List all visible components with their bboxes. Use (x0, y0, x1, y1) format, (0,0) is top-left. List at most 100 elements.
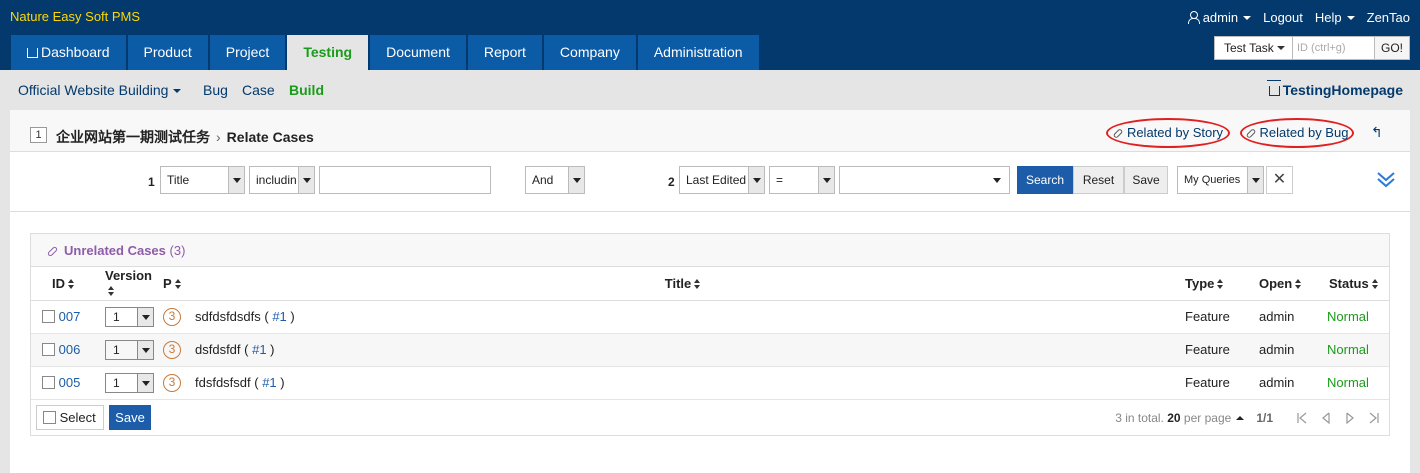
task-name-link[interactable]: 企业网站第一期测试任务 (56, 129, 210, 145)
close-icon[interactable]: ✕ (1266, 166, 1293, 194)
quick-type-select[interactable]: Test Task (1214, 36, 1293, 60)
chevron-down-icon (748, 167, 764, 193)
field1-select[interactable]: Title (160, 166, 245, 194)
group2-number: 2 (668, 175, 675, 189)
tab-testing[interactable]: Testing (287, 35, 369, 70)
col-open[interactable]: Open (1245, 267, 1317, 301)
tab-document[interactable]: Document (370, 35, 466, 70)
row-checkbox[interactable] (42, 343, 55, 356)
priority-badge: 3 (163, 340, 181, 359)
go-button[interactable]: GO! (1375, 36, 1410, 60)
col-priority[interactable]: P (159, 267, 195, 301)
build-ref-link[interactable]: #1 (252, 342, 266, 357)
case-id-link[interactable]: 006 (59, 342, 81, 357)
tab-company[interactable]: Company (543, 35, 636, 70)
value1-input[interactable] (319, 166, 491, 194)
back-icon[interactable]: ↰ (1371, 124, 1383, 141)
search-button[interactable]: Search (1017, 166, 1073, 194)
logout-link[interactable]: Logout (1263, 10, 1303, 25)
chevron-down-icon (993, 178, 1001, 183)
checkbox-icon (43, 411, 56, 424)
select-all-checkbox[interactable]: Select (36, 405, 104, 430)
quick-id-input[interactable]: ID (ctrl+g) (1293, 36, 1375, 60)
help-menu[interactable]: Help (1315, 10, 1355, 25)
sort-icon (68, 278, 75, 289)
version-select[interactable]: 1 (105, 372, 154, 393)
panel-title: Unrelated Cases (64, 243, 166, 258)
page-title: 企业网站第一期测试任务 › Relate Cases (56, 129, 314, 145)
user-menu[interactable]: admin (1187, 10, 1252, 25)
prev-page-icon[interactable] (1321, 412, 1331, 424)
my-queries-select[interactable]: My Queries (1177, 166, 1264, 194)
tab-project[interactable]: Project (209, 35, 286, 70)
case-title-link[interactable]: sdfdsfdsdfs (195, 309, 261, 324)
case-type: Feature (1171, 300, 1245, 334)
case-opened-by: admin (1245, 366, 1317, 400)
subnav-case[interactable]: Case (242, 82, 275, 98)
build-ref-link[interactable]: #1 (272, 309, 286, 324)
chevron-down-icon (818, 167, 834, 193)
related-by-bug-button[interactable]: Related by Bug (1240, 118, 1354, 148)
col-id[interactable]: ID (31, 267, 91, 301)
case-id-link[interactable]: 007 (59, 309, 81, 324)
last-page-icon[interactable] (1369, 412, 1379, 424)
table-row: 006 1 3 dsfdsfdf ( #1 ) Feature admin No… (31, 333, 1389, 367)
sort-icon (1371, 278, 1379, 289)
operator2-select[interactable]: = (769, 166, 835, 194)
related-by-story-button[interactable]: Related by Story (1106, 118, 1230, 148)
chevron-down-icon (137, 307, 153, 326)
subnav-bug[interactable]: Bug (203, 82, 228, 98)
case-id-link[interactable]: 005 (59, 375, 81, 390)
col-version[interactable]: Version (91, 267, 159, 301)
reset-button[interactable]: Reset (1073, 166, 1124, 194)
chevron-down-icon (1346, 16, 1355, 20)
logic-select[interactable]: And (525, 166, 585, 194)
content-area: 1 企业网站第一期测试任务 › Relate Cases Related by St… (10, 110, 1410, 473)
case-title-link[interactable]: fdsfdsfsdf (195, 375, 251, 390)
subnav-build[interactable]: Build (289, 82, 324, 98)
sort-icon (174, 278, 182, 289)
zentao-link[interactable]: ZenTao (1367, 10, 1410, 25)
pager: 3 in total. 20 per page 1/1 (1115, 411, 1379, 425)
save-query-button[interactable]: Save (1124, 166, 1168, 194)
chevron-down-icon (568, 167, 584, 193)
tab-dashboard[interactable]: Dashboard (11, 35, 126, 70)
table-row: 007 1 3 sdfdsfdsdfs ( #1 ) Feature admin… (31, 300, 1389, 334)
main-nav: Dashboard Product Project Testing Docume… (11, 35, 761, 70)
case-title-link[interactable]: dsfdsfdf (195, 342, 241, 357)
col-status[interactable]: Status (1317, 267, 1389, 301)
row-checkbox[interactable] (42, 376, 55, 389)
title-bar: 1 企业网站第一期测试任务 › Relate Cases Related by St… (10, 110, 1410, 152)
operator1-select[interactable]: includin (249, 166, 315, 194)
panel-count: (3) (169, 243, 186, 258)
sub-nav: Official Website Building Bug Case Build… (0, 70, 1420, 110)
tab-administration[interactable]: Administration (637, 35, 759, 70)
chevron-down-icon (137, 340, 153, 359)
testing-homepage-link[interactable]: TestingHomepage (1266, 80, 1403, 98)
next-page-icon[interactable] (1345, 412, 1355, 424)
version-select[interactable]: 1 (105, 339, 154, 360)
per-page-select[interactable]: 20 per page (1167, 411, 1245, 425)
chevron-down-icon (228, 167, 244, 193)
col-type[interactable]: Type (1171, 267, 1245, 301)
expand-icon[interactable] (1376, 169, 1396, 189)
version-select[interactable]: 1 (105, 306, 154, 327)
value2-select[interactable] (839, 166, 1010, 194)
col-title[interactable]: Title (195, 267, 1171, 301)
sort-icon (108, 286, 115, 297)
status-badge: Normal (1317, 300, 1389, 334)
project-switcher[interactable]: Official Website Building (18, 82, 182, 98)
save-button[interactable]: Save (109, 405, 151, 430)
panel-header: Unrelated Cases (3) (31, 234, 1389, 267)
tab-product[interactable]: Product (127, 35, 208, 70)
first-page-icon[interactable] (1297, 412, 1307, 424)
field2-select[interactable]: Last Edited (679, 166, 765, 194)
build-ref-link[interactable]: #1 (262, 375, 276, 390)
chevron-up-icon (1236, 416, 1245, 420)
tab-report[interactable]: Report (467, 35, 542, 70)
priority-badge: 3 (163, 373, 181, 392)
home-icon (1266, 80, 1281, 96)
top-bar: Nature Easy Soft PMS admin Logout Help Z… (0, 0, 1420, 70)
page-name: Relate Cases (226, 129, 314, 145)
row-checkbox[interactable] (42, 310, 55, 323)
